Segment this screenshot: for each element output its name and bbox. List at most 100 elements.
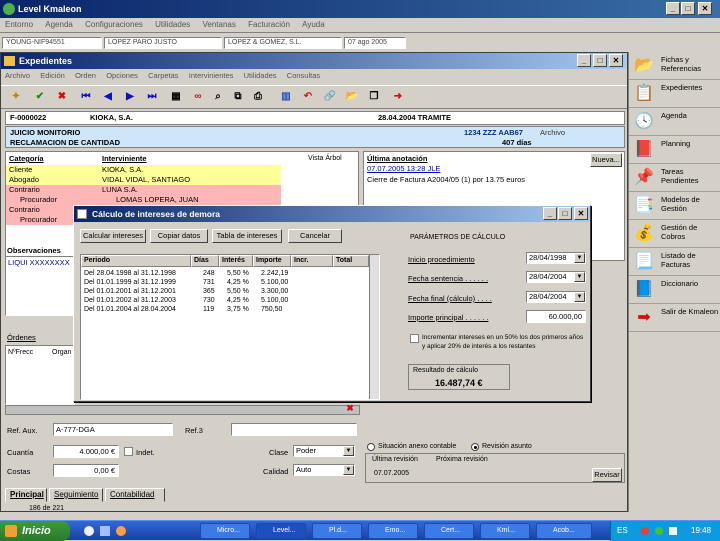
sidebar-item-diccionario[interactable]: 📘 Diccionario [629, 276, 720, 304]
interest-table-button[interactable]: Tabla de intereses [212, 229, 282, 243]
sub-minimize-button[interactable]: _ [577, 54, 591, 67]
party-row[interactable]: Cliente KIOKA, S.A. [6, 165, 281, 175]
new-icon[interactable]: ✦ [9, 90, 23, 104]
sentencia-date-field[interactable]: 28/04/2004 ▼ [526, 271, 586, 283]
principal-amount-field[interactable]: 60.000,00 [526, 310, 586, 323]
documents-icon[interactable]: ❐ [367, 90, 381, 104]
menu-carpetas[interactable]: Carpetas [144, 70, 182, 81]
menu-facturacion[interactable]: Facturación [243, 18, 295, 31]
quicklaunch-ie-icon[interactable] [84, 526, 94, 536]
ref3-field[interactable] [231, 423, 357, 436]
undo-icon[interactable]: ↶ [301, 90, 315, 104]
calidad-select[interactable]: Auto ▼ [293, 464, 355, 476]
inicio-date-field[interactable]: 28/04/1998 ▼ [526, 252, 586, 264]
task-micro[interactable]: Micro... [200, 523, 250, 539]
menu-consultas[interactable]: Consultas [283, 70, 324, 81]
maximize-button[interactable]: □ [681, 2, 695, 15]
menu-configuraciones[interactable]: Configuraciones [80, 18, 148, 31]
speaker-icon[interactable] [669, 527, 677, 535]
dialog-close-button[interactable]: ✕ [574, 207, 588, 220]
menu-intervinientes[interactable]: Intervinientes [185, 70, 238, 81]
quicklaunch-media-icon[interactable] [116, 526, 126, 536]
sidebar-item-expedientes[interactable]: 📋 Expedientes [629, 80, 720, 108]
orders-tab[interactable]: Órdenes [7, 333, 36, 342]
sidebar-item-agenda[interactable]: 🕓 Agenda [629, 108, 720, 136]
menu-orden[interactable]: Orden [71, 70, 100, 81]
link-icon[interactable]: 🔗 [323, 90, 337, 104]
quicklaunch-desktop-icon[interactable] [100, 526, 110, 536]
clock[interactable]: 19:48 [691, 521, 711, 541]
task-cert[interactable]: Cert... [424, 523, 474, 539]
menu-archivo[interactable]: Archivo [1, 70, 34, 81]
increment-checkbox[interactable] [410, 334, 419, 343]
chart-icon[interactable]: ▥ [279, 90, 293, 104]
exit-arrow-icon[interactable]: ➜ [391, 90, 405, 104]
menu-utilidades-exp[interactable]: Utilidades [240, 70, 281, 81]
last-record-icon[interactable]: ⏭ [145, 90, 159, 104]
sidebar-item-fichas[interactable]: 📂 Fichas y Referencias [629, 52, 720, 80]
dialog-maximize-button[interactable]: □ [558, 207, 572, 220]
minimize-button[interactable]: _ [666, 2, 680, 15]
accept-icon[interactable]: ✔ [33, 90, 47, 104]
first-record-icon[interactable]: ⏮ [79, 90, 93, 104]
sidebar-item-modelos[interactable]: 📑 Modelos de Gestión [629, 192, 720, 220]
copy-icon[interactable]: ⧉ [231, 90, 245, 104]
calculate-interest-button[interactable]: Calcular intereses [80, 229, 146, 243]
revisar-button[interactable]: Revisar [592, 468, 622, 482]
task-acob[interactable]: Acob... [536, 523, 592, 539]
observations-field[interactable]: LIQUI XXXXXXXX [5, 256, 75, 316]
language-indicator[interactable]: ES [617, 521, 628, 541]
search-icon[interactable]: ⌕ [211, 90, 225, 104]
sidebar-item-salir[interactable]: ➡ Salir de Kmaleon [629, 304, 720, 332]
menu-ventanas[interactable]: Ventanas [198, 18, 241, 31]
ref-aux-field[interactable]: A-777-DGA [53, 423, 173, 436]
tab-contabilidad[interactable]: Contabilidad [105, 488, 165, 502]
close-button[interactable]: ✕ [698, 2, 712, 15]
radio-contable[interactable] [367, 443, 375, 451]
calculator-icon[interactable]: ▦ [169, 90, 183, 104]
start-button[interactable]: Inicio [0, 521, 70, 541]
tree-view-toggle[interactable]: Vista Árbol [308, 155, 342, 162]
tray-icon[interactable] [641, 527, 649, 535]
party-row[interactable]: Contrario LUNA S.A. [6, 185, 281, 195]
tray-icon[interactable] [655, 527, 663, 535]
cancel-button[interactable]: Cancelar [288, 229, 342, 243]
print-icon[interactable]: ⎙ [251, 90, 265, 104]
party-row[interactable]: Abogado VIDAL VIDAL, SANTIAGO [6, 175, 281, 185]
open-folder-icon[interactable]: 📂 [345, 90, 359, 104]
task-kml[interactable]: Kml... [480, 523, 530, 539]
sub-maximize-button[interactable]: □ [593, 54, 607, 67]
last-note-date[interactable]: 07.07.2005 13:28 JLE [367, 164, 440, 173]
dialog-minimize-button[interactable]: _ [543, 207, 557, 220]
delete-icon[interactable]: ✖ [55, 90, 69, 104]
sidebar-item-tareas[interactable]: 📌 Tareas Pendientes [629, 164, 720, 192]
sidebar-item-planning[interactable]: 📕 Planning [629, 136, 720, 164]
task-pld[interactable]: Pl.d... [312, 523, 362, 539]
tab-principal[interactable]: Principal [5, 488, 47, 502]
costas-field[interactable]: 0,00 € [53, 464, 119, 477]
menu-entorno[interactable]: Entorno [0, 18, 38, 31]
binoculars-icon[interactable]: ∞ [191, 90, 205, 104]
next-record-icon[interactable]: ▶ [123, 90, 137, 104]
party-row[interactable]: Procurador LOMAS LOPERA, JUAN [6, 195, 281, 205]
sidebar-item-facturas[interactable]: 📃 Listado de Facturas [629, 248, 720, 276]
delete-row-icon[interactable]: ✖ [343, 401, 357, 415]
cuantia-field[interactable]: 4.000,00 € [53, 445, 119, 458]
radio-revision[interactable] [471, 443, 479, 451]
menu-utilidades[interactable]: Utilidades [150, 18, 195, 31]
indet-checkbox[interactable] [124, 447, 133, 456]
previous-record-icon[interactable]: ◀ [101, 90, 115, 104]
final-date-field[interactable]: 28/04/2004 ▼ [526, 291, 586, 303]
sidebar-item-cobros[interactable]: 💰 Gestión de Cobros [629, 220, 720, 248]
sub-close-button[interactable]: ✕ [609, 54, 623, 67]
new-note-button[interactable]: Nueva... [590, 153, 622, 167]
task-level[interactable]: Level... [256, 523, 306, 539]
copy-data-button[interactable]: Copiar datos [150, 229, 208, 243]
horizontal-scrollbar[interactable] [5, 405, 360, 415]
grid-scrollbar[interactable] [369, 255, 379, 399]
menu-opciones[interactable]: Opciones [102, 70, 142, 81]
tab-seguimiento[interactable]: Seguimiento [49, 488, 103, 502]
clase-select[interactable]: Poder ▼ [293, 445, 355, 457]
menu-edicion[interactable]: Edición [36, 70, 69, 81]
menu-agenda[interactable]: Agenda [40, 18, 78, 31]
